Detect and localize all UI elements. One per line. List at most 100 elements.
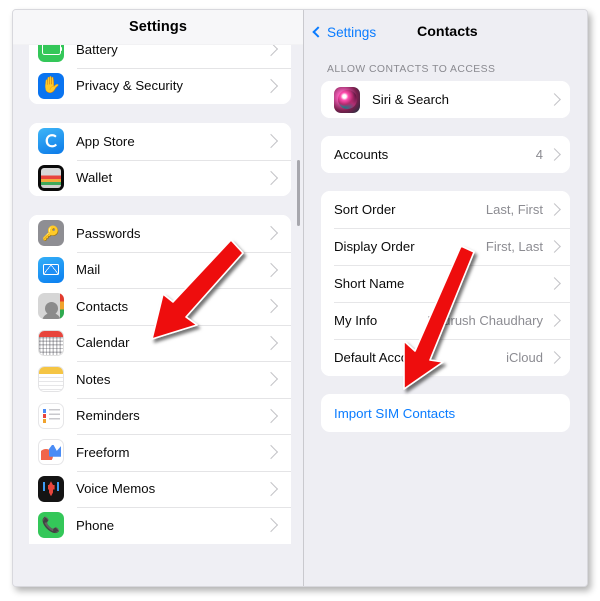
row-label: Short Name — [334, 276, 405, 291]
card-contacts-settings: Sort Order Last, First Display Order Fir… — [321, 191, 570, 376]
sidebar-item-label: Freeform — [76, 444, 130, 460]
chevron-right-icon — [548, 277, 561, 290]
chevron-right-icon — [263, 481, 279, 496]
hand-privacy-icon: ✋ — [38, 72, 64, 99]
chevron-right-icon — [263, 299, 279, 314]
sidebar-item-wallet[interactable]: Wallet — [29, 159, 291, 196]
chevron-right-icon — [263, 372, 279, 387]
phone-icon: 📞 — [38, 512, 64, 539]
sidebar-item-privacy-security[interactable]: ✋ Privacy & Security — [29, 67, 291, 104]
device-frame: Settings Battery ✋ Privacy & Security Ｃ … — [12, 9, 588, 587]
chevron-right-icon — [263, 335, 279, 350]
sidebar-header: Settings — [13, 10, 303, 45]
chevron-right-icon — [548, 203, 561, 216]
row-my-info[interactable]: My Info Paurush Chaudhary — [321, 302, 570, 339]
chevron-right-icon — [263, 78, 279, 93]
detail-title: Contacts — [417, 24, 478, 40]
voice-memos-icon — [38, 475, 64, 502]
chevron-right-icon — [548, 148, 561, 161]
sidebar-item-freeform[interactable]: Freeform — [29, 434, 291, 471]
sidebar-item-label: Wallet — [76, 170, 113, 186]
passwords-key-icon: 🔑 — [38, 220, 64, 247]
row-label: Accounts — [334, 147, 389, 162]
chevron-left-icon — [312, 26, 324, 38]
freeform-icon — [38, 439, 64, 466]
sidebar-item-passwords[interactable]: 🔑 Passwords — [29, 215, 291, 252]
chevron-right-icon — [548, 314, 561, 327]
sidebar-item-label: Battery — [76, 45, 118, 57]
wallet-icon — [38, 164, 64, 191]
row-value: iCloud — [506, 350, 543, 365]
chevron-right-icon — [263, 408, 279, 423]
row-label: My Info — [334, 313, 378, 328]
section-header-allow-access: ALLOW CONTACTS TO ACCESS — [327, 64, 496, 75]
sidebar-item-mail[interactable]: Mail — [29, 251, 291, 288]
row-value: Last, First — [485, 202, 543, 217]
sidebar-item-calendar[interactable]: Calendar — [29, 324, 291, 361]
sidebar-item-notes[interactable]: Notes — [29, 361, 291, 398]
app-store-icon: Ｃ — [38, 128, 64, 155]
battery-icon — [38, 45, 64, 63]
row-value: First, Last — [485, 239, 543, 254]
back-button[interactable]: Settings — [312, 24, 377, 40]
contacts-icon — [38, 293, 64, 320]
reminders-icon — [38, 402, 64, 429]
row-accounts[interactable]: Accounts 4 — [321, 136, 570, 173]
row-label: Default Account — [334, 350, 427, 365]
row-label: Display Order — [334, 239, 415, 254]
page-title: Settings — [129, 19, 187, 35]
row-default-account[interactable]: Default Account iCloud — [321, 339, 570, 376]
sidebar-item-label: Contacts — [76, 298, 129, 314]
row-value: 4 — [535, 147, 543, 162]
sidebar-group-apps: 🔑 Passwords Mail Contacts Calendar Notes… — [29, 215, 291, 544]
row-sort-order[interactable]: Sort Order Last, First — [321, 191, 570, 228]
chevron-right-icon — [548, 240, 561, 253]
siri-icon — [334, 86, 360, 113]
sidebar-item-label: Voice Memos — [76, 481, 156, 497]
sidebar-scrollbar[interactable] — [297, 160, 300, 226]
chevron-right-icon — [263, 134, 279, 149]
sidebar-item-reminders[interactable]: Reminders — [29, 397, 291, 434]
sidebar-scroll-area[interactable]: Battery ✋ Privacy & Security Ｃ App Store — [13, 45, 303, 586]
sidebar-item-app-store[interactable]: Ｃ App Store — [29, 123, 291, 160]
sidebar-item-phone[interactable]: 📞 Phone — [29, 507, 291, 544]
calendar-icon — [38, 329, 64, 356]
row-siri-and-search[interactable]: Siri & Search — [321, 81, 570, 118]
row-label: Siri & Search — [372, 92, 449, 107]
back-button-label: Settings — [327, 24, 377, 40]
sidebar-item-label: Calendar — [76, 335, 130, 351]
settings-sidebar: Settings Battery ✋ Privacy & Security Ｃ … — [13, 10, 303, 586]
sidebar-item-label: Notes — [76, 371, 111, 387]
sidebar-item-label: Phone — [76, 517, 115, 533]
detail-header: Settings Contacts — [304, 10, 587, 54]
sidebar-item-label: Privacy & Security — [76, 78, 183, 94]
sidebar-group-store: Ｃ App Store Wallet — [29, 123, 291, 196]
chevron-right-icon — [263, 226, 279, 241]
chevron-right-icon — [263, 445, 279, 460]
row-short-name[interactable]: Short Name — [321, 265, 570, 302]
row-label: Sort Order — [334, 202, 396, 217]
notes-icon — [38, 366, 64, 393]
chevron-right-icon — [263, 262, 279, 277]
row-import-sim-contacts[interactable]: Import SIM Contacts — [321, 394, 570, 432]
card-import-sim: Import SIM Contacts — [321, 394, 570, 432]
sidebar-item-label: Reminders — [76, 408, 140, 424]
sidebar-item-voice-memos[interactable]: Voice Memos — [29, 470, 291, 507]
contacts-detail-pane: Settings Contacts ALLOW CONTACTS TO ACCE… — [304, 10, 587, 586]
chevron-right-icon — [263, 518, 279, 533]
sidebar-group-system: Battery ✋ Privacy & Security — [29, 45, 291, 104]
card-accounts: Accounts 4 — [321, 136, 570, 173]
mail-icon — [38, 256, 64, 283]
chevron-right-icon — [263, 45, 279, 57]
sidebar-item-battery[interactable]: Battery — [29, 45, 291, 68]
chevron-right-icon — [548, 351, 561, 364]
sidebar-item-label: Mail — [76, 262, 101, 278]
card-allow-access: Siri & Search — [321, 81, 570, 118]
row-value: Paurush Chaudhary — [427, 313, 543, 328]
chevron-right-icon — [263, 170, 279, 185]
row-display-order[interactable]: Display Order First, Last — [321, 228, 570, 265]
detail-body: ALLOW CONTACTS TO ACCESS Siri & Search A… — [304, 54, 587, 432]
screenshot-root: Settings Battery ✋ Privacy & Security Ｃ … — [0, 0, 600, 601]
chevron-right-icon — [548, 93, 561, 106]
sidebar-item-contacts[interactable]: Contacts — [29, 288, 291, 325]
